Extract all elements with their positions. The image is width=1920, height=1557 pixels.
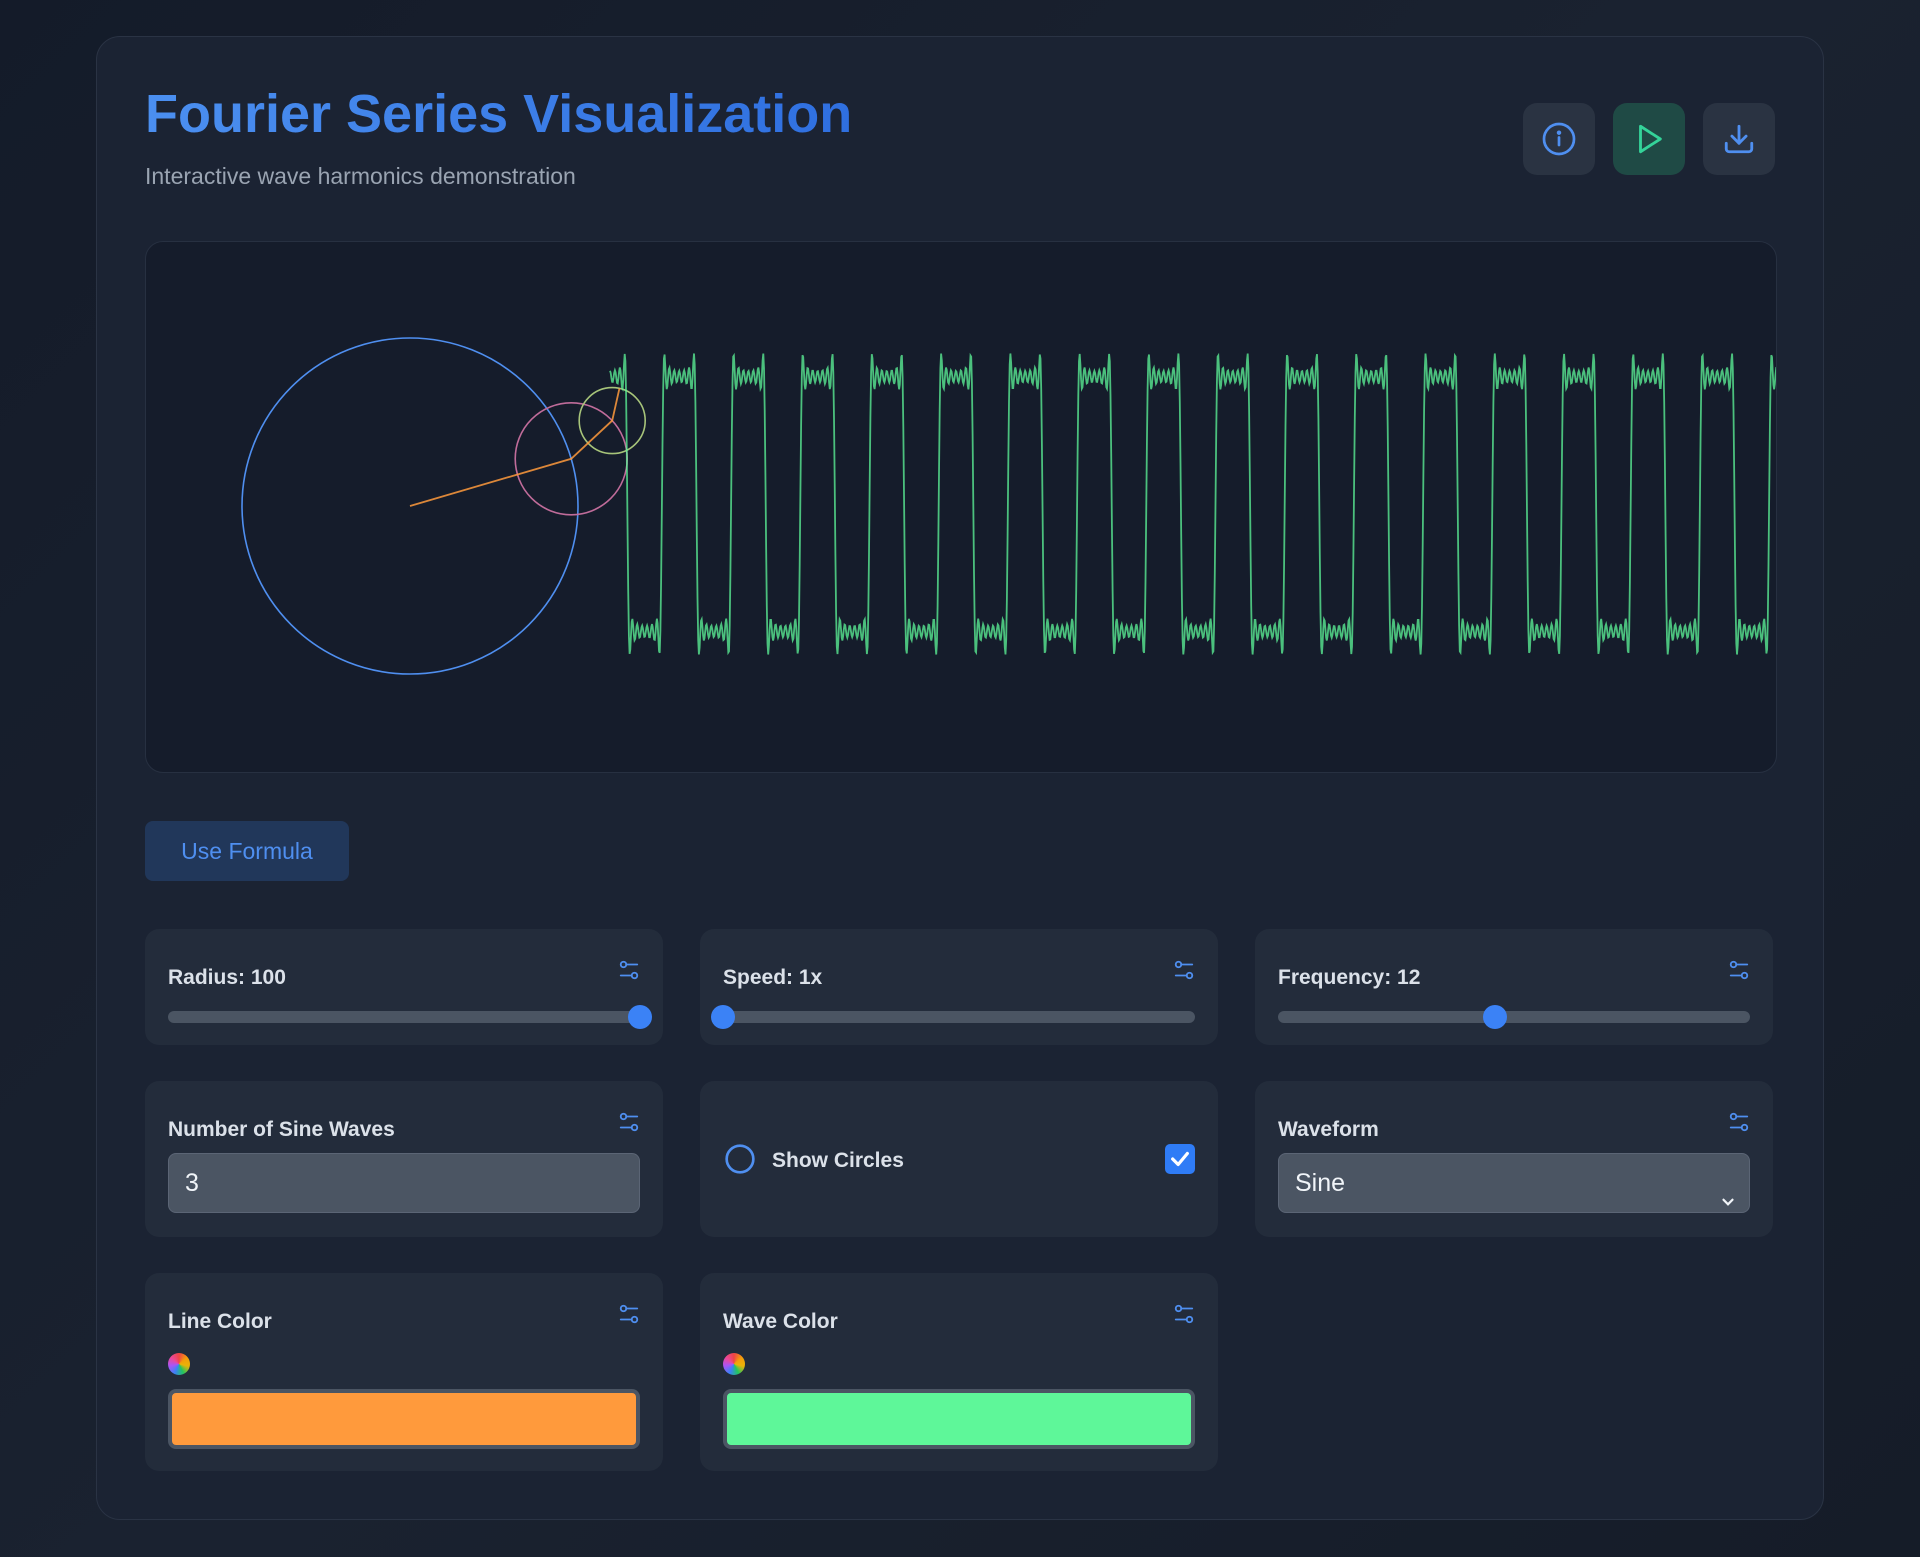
show-circles-label: Show Circles	[772, 1149, 904, 1172]
sine-waves-label: Number of Sine Waves	[168, 1118, 395, 1141]
slider-thumb[interactable]	[628, 1005, 652, 1029]
play-icon	[1639, 124, 1662, 154]
page-subtitle: Interactive wave harmonics demonstration	[145, 163, 576, 189]
wave-color-panel: Wave Color	[700, 1273, 1218, 1471]
radius-slider[interactable]	[168, 1005, 652, 1029]
line-color-picker[interactable]	[168, 1389, 640, 1449]
toolbar	[1523, 103, 1775, 175]
sliders-icon[interactable]	[1173, 1303, 1195, 1330]
waveform-label: Waveform	[1278, 1118, 1379, 1141]
fourier-drawing	[241, 337, 1776, 675]
sine-waves-panel: Number of Sine Waves 3	[145, 1081, 663, 1237]
chevron-down-icon	[1719, 1174, 1737, 1232]
checkmark-icon	[1171, 1151, 1189, 1167]
wave-path	[609, 352, 1776, 656]
sliders-icon[interactable]	[1728, 959, 1750, 986]
speed-panel: Speed: 1x	[700, 929, 1218, 1045]
color-palette-icon	[168, 1353, 190, 1375]
info-button[interactable]	[1523, 103, 1595, 175]
radius-panel: Radius: 100	[145, 929, 663, 1045]
download-icon	[1724, 124, 1754, 154]
frequency-slider[interactable]	[1278, 1005, 1750, 1029]
frequency-panel: Frequency: 12	[1255, 929, 1773, 1045]
speed-slider[interactable]	[711, 1005, 1195, 1029]
slider-thumb[interactable]	[1483, 1005, 1508, 1029]
sliders-icon[interactable]	[618, 1111, 640, 1138]
info-icon	[1542, 122, 1576, 156]
frequency-label: Frequency: 12	[1278, 966, 1421, 989]
visualization-canvas	[145, 241, 1777, 773]
waveform-panel: Waveform Sine	[1255, 1081, 1773, 1237]
color-palette-icon	[723, 1353, 745, 1375]
line-color-panel: Line Color	[145, 1273, 663, 1471]
radius-label: Radius: 100	[168, 966, 286, 989]
wave-color-picker[interactable]	[723, 1389, 1195, 1449]
speed-label: Speed: 1x	[723, 966, 823, 989]
sliders-icon[interactable]	[618, 1303, 640, 1330]
line-color-label: Line Color	[168, 1310, 272, 1333]
wave-color-label: Wave Color	[723, 1310, 838, 1333]
play-button[interactable]	[1613, 103, 1685, 175]
show-circles-panel: Show Circles	[700, 1081, 1218, 1237]
page-title: Fourier Series Visualization	[145, 84, 853, 144]
sliders-icon[interactable]	[1173, 959, 1195, 986]
circle-icon	[724, 1143, 756, 1180]
waveform-selected: Sine	[1295, 1169, 1346, 1197]
sliders-icon[interactable]	[1728, 1111, 1750, 1138]
slider-thumb[interactable]	[711, 1005, 735, 1029]
main-card: Fourier Series Visualization Interactive…	[96, 36, 1824, 1520]
sine-waves-input[interactable]: 3	[168, 1153, 640, 1213]
use-formula-button[interactable]: Use Formula	[145, 821, 349, 881]
sliders-icon[interactable]	[618, 959, 640, 986]
download-button[interactable]	[1703, 103, 1775, 175]
show-circles-checkbox[interactable]	[1165, 1144, 1195, 1174]
waveform-select[interactable]: Sine	[1278, 1153, 1750, 1213]
